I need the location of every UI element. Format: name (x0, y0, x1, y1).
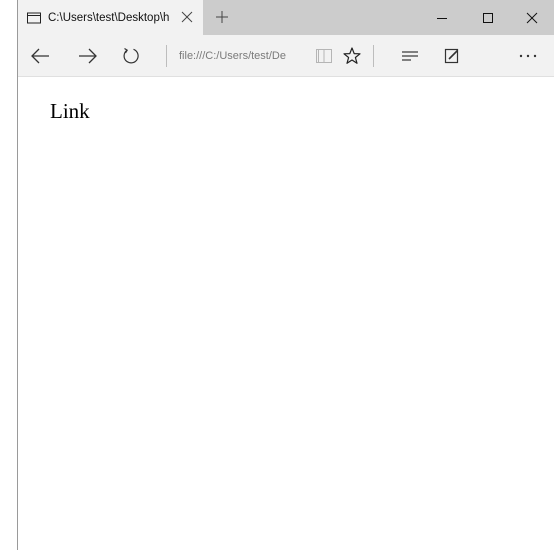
address-text: file:///C:/Users/test/De (179, 50, 286, 62)
toolbar-separator (166, 45, 167, 67)
refresh-icon (123, 47, 139, 64)
maximize-button[interactable] (465, 0, 511, 35)
forward-button[interactable] (72, 40, 104, 72)
toolbar-separator (373, 45, 374, 67)
web-note-button[interactable] (436, 40, 468, 72)
minimize-button[interactable] (419, 0, 465, 35)
tab-title: C:\Users\test\Desktop\h (48, 11, 170, 24)
favorite-button[interactable] (336, 40, 368, 72)
more-button[interactable] (512, 40, 544, 72)
star-icon (343, 47, 361, 64)
arrow-right-icon (79, 48, 97, 64)
more-icon (519, 54, 537, 58)
close-window-button[interactable] (509, 0, 554, 35)
title-bar: C:\Users\test\Desktop\h (18, 0, 554, 35)
refresh-button[interactable] (115, 40, 147, 72)
window-icon (27, 12, 41, 23)
browser-window: C:\Users\test\Desktop\h file:///C:/Users… (17, 0, 554, 550)
arrow-left-icon (31, 48, 49, 64)
book-icon (316, 49, 332, 63)
hub-icon (402, 51, 418, 61)
hub-button[interactable] (394, 40, 426, 72)
close-icon[interactable] (181, 11, 193, 23)
page-link[interactable]: Link (50, 99, 90, 124)
address-bar[interactable]: file:///C:/Users/test/De (179, 42, 304, 70)
new-tab-button[interactable] (212, 7, 232, 27)
pen-icon (444, 48, 459, 64)
navigation-bar: file:///C:/Users/test/De (18, 35, 554, 77)
back-button[interactable] (24, 40, 56, 72)
page-content: Link (18, 77, 554, 550)
plus-icon (216, 11, 228, 23)
tab-active[interactable]: C:\Users\test\Desktop\h (18, 0, 203, 35)
maximize-icon (483, 12, 493, 23)
close-icon (526, 12, 538, 23)
minimize-icon (437, 17, 447, 19)
